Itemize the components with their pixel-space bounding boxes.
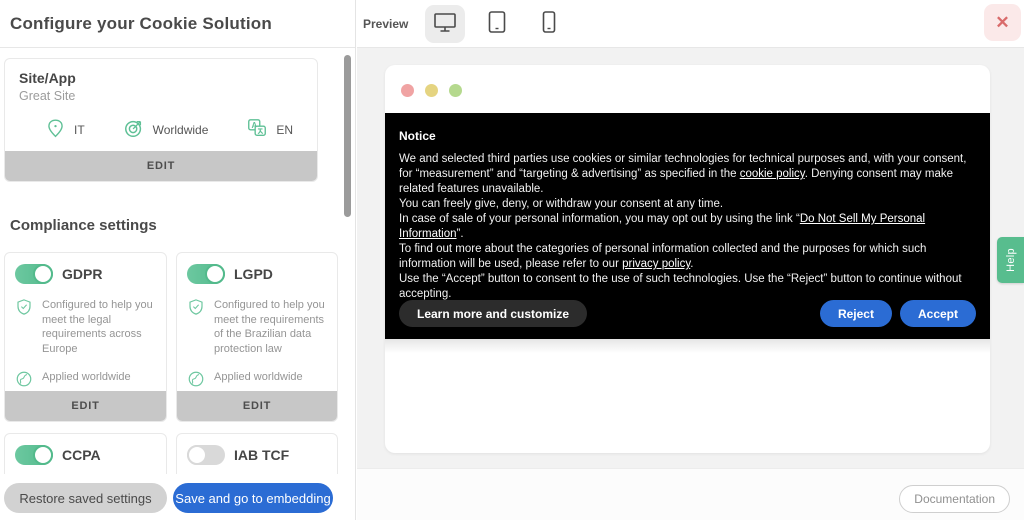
site-scope: Worldwide (123, 117, 209, 142)
notice-buttons-row: Learn more and customize Reject Accept (399, 300, 976, 327)
close-button[interactable]: ✕ (984, 4, 1021, 41)
compliance-settings-heading: Compliance settings (10, 217, 157, 234)
left-panel: Configure your Cookie Solution Site/App … (0, 0, 356, 520)
accept-button[interactable]: Accept (900, 300, 976, 327)
lgpd-edit-button[interactable]: EDIT (177, 391, 337, 421)
site-country-label: IT (74, 123, 85, 137)
browser-window-dots (385, 65, 990, 97)
gdpr-scope: Applied worldwide (42, 370, 131, 393)
lgpd-label: LGPD (234, 266, 273, 282)
desktop-icon (432, 10, 458, 37)
page-title: Configure your Cookie Solution (10, 14, 272, 34)
learn-more-button[interactable]: Learn more and customize (399, 300, 587, 327)
banner-shadow (385, 339, 990, 353)
left-header: Configure your Cookie Solution (0, 0, 356, 48)
iab-tcf-label: IAB TCF (234, 447, 289, 463)
mobile-icon (541, 10, 557, 37)
iab-tcf-toggle[interactable] (187, 445, 225, 465)
site-edit-button[interactable]: EDIT (5, 151, 317, 181)
worldwide-icon (187, 370, 205, 393)
worldwide-icon (15, 370, 33, 393)
window-dot-green (449, 84, 462, 97)
lgpd-scope: Applied worldwide (214, 370, 303, 393)
target-icon (123, 117, 145, 142)
cookie-notice-banner: Notice We and selected third parties use… (385, 113, 990, 339)
documentation-button[interactable]: Documentation (899, 485, 1010, 513)
ccpa-label: CCPA (62, 447, 101, 463)
site-language: A EN (246, 117, 293, 142)
save-and-embed-button[interactable]: Save and go to embedding (173, 483, 333, 513)
device-tablet-button[interactable] (477, 5, 517, 43)
compliance-card-gdpr: GDPR Configured to help you meet the leg… (4, 252, 167, 422)
help-tab-label: Help (1004, 248, 1016, 272)
restore-saved-settings-button[interactable]: Restore saved settings (4, 483, 167, 513)
site-attributes-row: IT Worldwide A (5, 103, 317, 142)
site-scope-label: Worldwide (153, 123, 209, 137)
location-pin-icon (45, 118, 66, 142)
left-action-bar: Restore saved settings Save and go to em… (0, 474, 356, 520)
lgpd-description: Configured to help you meet the requirem… (214, 298, 329, 356)
preview-toolbar: Preview (357, 0, 1024, 48)
close-icon: ✕ (995, 13, 1009, 33)
right-footer-bar: Documentation (357, 468, 1024, 520)
gdpr-edit-button[interactable]: EDIT (5, 391, 166, 421)
browser-mockup: Notice We and selected third parties use… (385, 65, 990, 453)
device-mobile-button[interactable] (529, 5, 569, 43)
lgpd-toggle[interactable] (187, 264, 225, 284)
gdpr-label: GDPR (62, 266, 102, 282)
left-panel-scrollbar[interactable] (344, 55, 351, 217)
device-desktop-button[interactable] (425, 5, 465, 43)
site-app-label: Site/App (19, 70, 303, 86)
reject-button[interactable]: Reject (820, 300, 892, 327)
site-country: IT (45, 118, 85, 142)
site-app-card: Site/App Great Site IT (4, 58, 318, 182)
site-language-label: EN (276, 123, 293, 137)
ccpa-toggle[interactable] (15, 445, 53, 465)
notice-title: Notice (399, 129, 976, 143)
shield-check-icon (187, 298, 205, 356)
notice-body: We and selected third parties use cookie… (399, 152, 976, 302)
tablet-icon (486, 10, 508, 37)
privacy-policy-link[interactable]: privacy policy (622, 258, 690, 270)
cookie-policy-link[interactable]: cookie policy (740, 168, 805, 180)
window-dot-yellow (425, 84, 438, 97)
help-tab[interactable]: Help (997, 237, 1024, 283)
gdpr-toggle[interactable] (15, 264, 53, 284)
site-name: Great Site (19, 89, 303, 103)
right-panel: Preview (357, 0, 1024, 520)
compliance-card-lgpd: LGPD Configured to help you meet the req… (176, 252, 338, 422)
shield-check-icon (15, 298, 33, 356)
preview-label: Preview (363, 17, 408, 31)
window-dot-red (401, 84, 414, 97)
gdpr-description: Configured to help you meet the legal re… (42, 298, 158, 356)
preview-area: Notice We and selected third parties use… (357, 48, 1024, 468)
translate-icon: A (246, 117, 268, 142)
